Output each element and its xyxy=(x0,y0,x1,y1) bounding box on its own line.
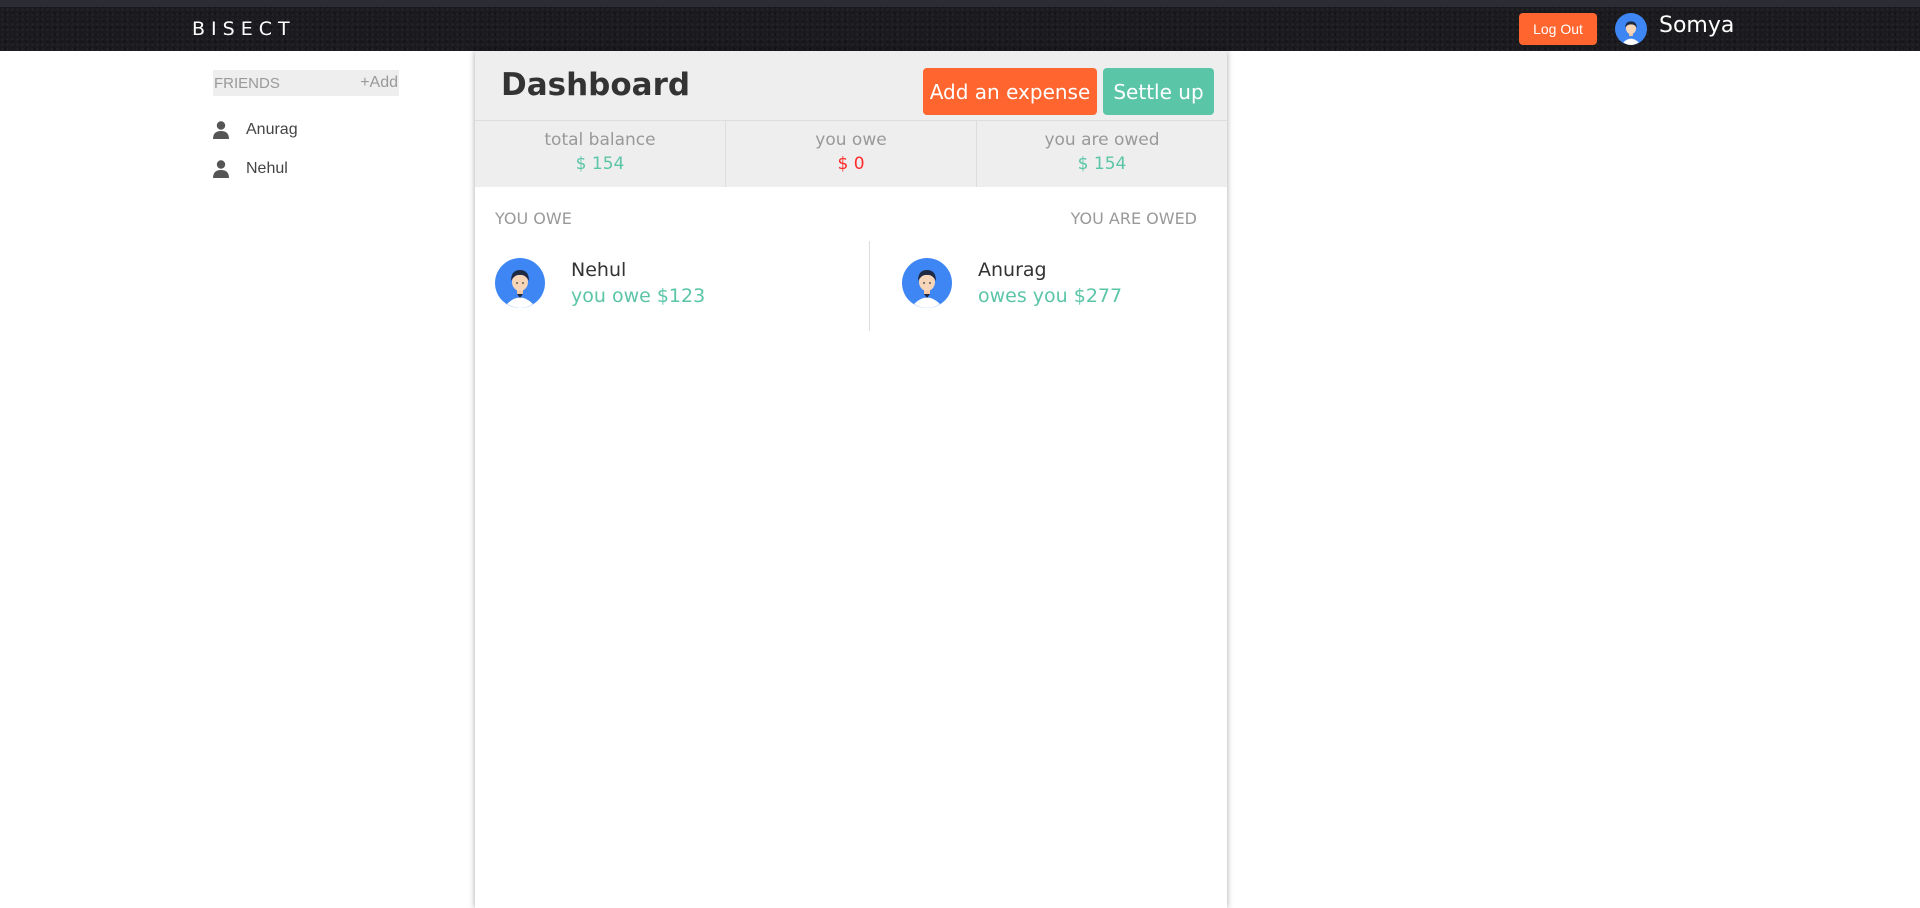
debt-amount: owes you $277 xyxy=(978,285,1123,307)
total-balance-cell: total balance $ 154 xyxy=(475,121,726,187)
you-owe-title: YOU OWE xyxy=(495,209,572,228)
add-expense-button[interactable]: Add an expense xyxy=(923,68,1097,115)
you-are-owed-title: YOU ARE OWED xyxy=(1070,209,1197,228)
page-title: Dashboard xyxy=(501,67,691,103)
avatar-icon xyxy=(495,258,545,308)
avatar-icon xyxy=(902,258,952,308)
friend-name: Anurag xyxy=(246,121,298,138)
user-name[interactable]: Somya xyxy=(1659,13,1734,38)
logout-button[interactable]: Log Out xyxy=(1519,13,1597,45)
friend-item-nehul[interactable]: Nehul xyxy=(213,157,288,181)
balance-value: $ 154 xyxy=(1077,154,1127,174)
debt-name: Nehul xyxy=(571,259,627,281)
balance-value: $ 154 xyxy=(575,154,625,174)
top-navbar: BISECT Log Out Somya xyxy=(0,0,1920,51)
debt-item-nehul[interactable]: Nehul you owe $123 xyxy=(495,256,705,310)
debt-amount: you owe $123 xyxy=(571,285,706,307)
column-divider xyxy=(869,241,870,331)
balance-value: $ 0 xyxy=(837,154,865,174)
person-icon xyxy=(213,160,229,178)
debt-item-anurag[interactable]: Anurag owes you $277 xyxy=(902,256,1122,310)
dashboard-panel: Dashboard Add an expense Settle up total… xyxy=(475,51,1227,908)
settle-up-button[interactable]: Settle up xyxy=(1103,68,1214,115)
person-icon xyxy=(213,121,229,139)
you-are-owed-cell: you are owed $ 154 xyxy=(977,121,1227,187)
friends-title: FRIENDS xyxy=(214,74,280,92)
brand-logo[interactable]: BISECT xyxy=(192,18,296,40)
friend-name: Nehul xyxy=(246,160,288,177)
balance-label: you are owed xyxy=(1044,130,1160,150)
add-friend-link[interactable]: +Add xyxy=(360,74,398,92)
user-avatar-icon[interactable] xyxy=(1615,13,1647,45)
balance-label: you owe xyxy=(815,130,887,150)
you-owe-cell: you owe $ 0 xyxy=(726,121,977,187)
friends-header: FRIENDS +Add xyxy=(213,70,399,96)
friend-item-anurag[interactable]: Anurag xyxy=(213,118,298,142)
debt-text: Anurag owes you $277 xyxy=(978,259,1122,307)
debt-name: Anurag xyxy=(978,259,1047,281)
debt-text: Nehul you owe $123 xyxy=(571,259,705,307)
dashboard-header: Dashboard Add an expense Settle up xyxy=(475,51,1227,121)
balance-summary: total balance $ 154 you owe $ 0 you are … xyxy=(475,121,1227,187)
balance-label: total balance xyxy=(544,130,656,150)
